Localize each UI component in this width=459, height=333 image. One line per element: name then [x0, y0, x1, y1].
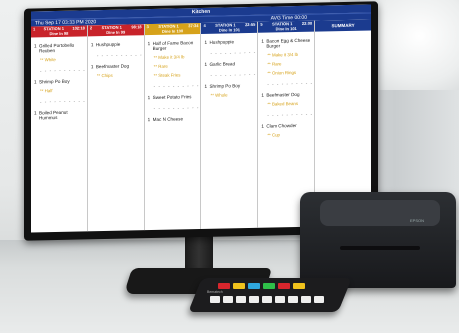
keypad-brand: Bematech — [207, 290, 223, 294]
key-6[interactable] — [275, 296, 285, 303]
order-timer: 98:18 — [131, 24, 142, 30]
key-5[interactable] — [262, 296, 272, 303]
item-modifier: ** Baked Beans — [267, 100, 299, 107]
summary-header[interactable]: SUMMARY — [315, 19, 371, 32]
order-header[interactable]: 5 STATION 1 22:00 Dine In 101 — [258, 20, 315, 33]
item-name: Shrimp Po Boy — [209, 83, 241, 89]
order-number: 1 — [33, 26, 36, 32]
order-item[interactable]: 1 Grilled Portobello Reuben — [31, 42, 87, 54]
key-2[interactable] — [223, 296, 233, 303]
key-8[interactable] — [301, 296, 311, 303]
item-divider: - - - - - - - - - - — [267, 80, 314, 87]
item-modifier: ** Make it 3/4 lb — [153, 54, 185, 60]
dine-in-label: Dine In 98 — [49, 30, 69, 37]
key-1[interactable] — [210, 296, 220, 303]
item-divider: - - - - - - - - - - — [210, 71, 257, 78]
item-divider: - - - - - - - - - - — [153, 83, 200, 89]
item-name: Shrimp Po Boy — [39, 78, 70, 85]
key-yellow-2[interactable] — [293, 283, 305, 289]
item-divider: - - - - - - - - - - — [40, 98, 86, 105]
item-name: Beefmaster Dog — [95, 63, 130, 70]
item-name: Bacon Egg & Cheese Burger — [266, 37, 311, 49]
item-divider: - - - - - - - - - - — [96, 52, 143, 59]
order-item[interactable]: 1 Bacon Egg & Cheese Burger — [258, 38, 314, 49]
order-header[interactable]: 3 STATION 1 37:34 Dine In 100 — [144, 23, 201, 36]
item-name: Sweet Potato Fries — [152, 94, 192, 101]
key-yellow[interactable] — [233, 283, 245, 289]
item-modifier: ** Make it 3/4 lb — [267, 51, 299, 58]
order-item[interactable]: 1 Shrimp Po Boy — [31, 78, 87, 85]
item-name: Beefmaster Dog — [266, 91, 300, 98]
item-modifier: ** Cup — [267, 132, 281, 138]
item-name: Garlic Bread — [209, 61, 236, 67]
key-4[interactable] — [249, 296, 259, 303]
station-column[interactable]: 3 STATION 1 37:34 Dine In 100 1 Half of Fame … — [144, 22, 202, 231]
item-divider: - - - - - - - - - - — [267, 111, 314, 118]
order-header[interactable]: 1 STATION 1 102:18 Dine In 98 — [31, 25, 87, 38]
dine-in-label: Dine In 101 — [218, 27, 240, 33]
key-red-2[interactable] — [278, 283, 290, 289]
order-number: 5 — [260, 21, 263, 27]
order-item[interactable]: 1 Hushpuppie — [201, 39, 257, 45]
order-timer: 102:18 — [72, 25, 85, 31]
order-item[interactable]: 1 Mac N Cheese — [145, 116, 201, 122]
order-item[interactable]: 1 Half of Fame Bacon Burger — [145, 40, 201, 51]
item-divider: - - - - - - - - - - — [153, 105, 200, 111]
item-name: Grilled Portobello Reuben — [39, 42, 75, 54]
order-number: 4 — [203, 22, 206, 28]
order-item[interactable]: 1 Garlic Bread — [201, 61, 257, 67]
item-modifier: ** Steak Fries — [153, 72, 181, 78]
printer-logo: EPSON — [410, 218, 425, 223]
monitor-stand-neck — [185, 234, 213, 272]
key-cyan[interactable] — [248, 283, 260, 289]
order-item[interactable]: 1 Sweet Potato Fries — [145, 94, 201, 100]
item-modifier: ** Half — [40, 88, 53, 94]
order-header[interactable]: 4 STATION 1 22:55 Dine In 101 — [201, 21, 258, 34]
order-header[interactable]: 2 STATION 1 98:18 Dine In 99 — [87, 24, 144, 37]
order-timer: 37:34 — [188, 23, 199, 29]
key-red[interactable] — [218, 283, 230, 289]
station-column[interactable]: 2 STATION 1 98:18 Dine In 99 1 Hushpuppie - - … — [87, 24, 145, 232]
order-number: 3 — [146, 24, 149, 30]
item-modifier: ** Chips — [96, 72, 113, 79]
keypad-number-row — [210, 296, 324, 303]
printer-paper-slot — [340, 246, 420, 250]
keypad-color-row — [218, 283, 305, 289]
key-9[interactable] — [314, 296, 324, 303]
item-name: Half of Fame Bacon Burger — [152, 40, 194, 52]
order-item[interactable]: 1 Beefmaster Dog — [88, 63, 144, 70]
dine-in-label: Dine In 101 — [275, 25, 297, 32]
item-name: Mac N Cheese — [152, 116, 184, 123]
item-modifier: ** Whole — [210, 92, 228, 98]
item-name: Hushpuppie — [209, 39, 235, 45]
item-name: Boiled Peanut Hummus — [39, 109, 68, 121]
key-3[interactable] — [236, 296, 246, 303]
order-item[interactable]: 1 Shrimp Po Boy — [201, 83, 257, 89]
item-divider: - - - - - - - - - - — [210, 49, 257, 56]
item-modifier: ** White — [40, 57, 56, 63]
station-column[interactable]: 1 STATION 1 102:18 Dine In 98 1 Grilled Porto… — [31, 25, 88, 233]
item-divider: - - - - - - - - - - — [40, 67, 86, 74]
order-item[interactable]: 1 Clam Chowder — [258, 123, 314, 129]
order-number: 2 — [89, 25, 93, 31]
order-item[interactable]: 1 Hushpuppie — [88, 41, 144, 48]
dine-in-label: Dine In 100 — [162, 28, 184, 34]
key-green[interactable] — [263, 283, 275, 289]
item-modifier: ** Rare — [153, 63, 168, 69]
order-timer: 22:55 — [245, 21, 256, 28]
item-modifier: ** Onion Rings — [267, 70, 297, 76]
order-timer: 22:00 — [301, 20, 313, 26]
order-item[interactable]: 1 Boiled Peanut Hummus — [31, 109, 87, 121]
dine-in-label: Dine In 99 — [106, 29, 126, 35]
item-name: Clam Chowder — [266, 122, 297, 129]
station-column[interactable]: 4 STATION 1 22:55 Dine In 101 1 Hushpuppie - -… — [201, 21, 259, 229]
item-modifier: ** Rare — [267, 61, 282, 67]
key-7[interactable] — [288, 296, 298, 303]
order-item[interactable]: 1 Beefmaster Dog — [258, 92, 314, 98]
item-name: Hushpuppie — [95, 41, 121, 48]
